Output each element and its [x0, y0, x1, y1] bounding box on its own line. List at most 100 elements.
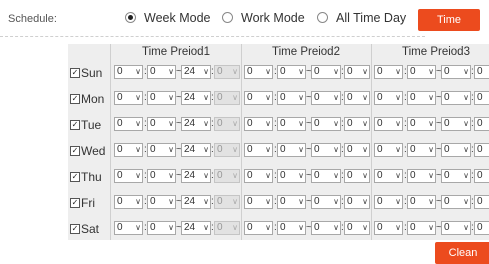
start-minute-select[interactable]: 0 ∨ [147, 91, 176, 105]
end-hour-select[interactable]: 0 ∨ [311, 221, 341, 235]
day-checkbox[interactable]: Wed [70, 144, 105, 158]
end-hour-select[interactable]: 24 ∨ [181, 65, 211, 79]
end-hour-select[interactable]: 0 ∨ [441, 117, 471, 131]
end-minute-select[interactable]: 0∨ [474, 91, 489, 105]
start-hour-select[interactable]: 0 ∨ [244, 91, 273, 105]
end-minute-select[interactable]: 0∨ [344, 221, 370, 235]
start-minute-select[interactable]: 0 ∨ [147, 117, 176, 131]
chevron-down-icon: ∨ [265, 119, 271, 128]
checkbox-icon[interactable] [70, 172, 80, 182]
start-hour-select[interactable]: 0 ∨ [114, 221, 143, 235]
start-hour-select[interactable]: 0 ∨ [244, 221, 273, 235]
end-hour-select[interactable]: 0 ∨ [441, 195, 471, 209]
start-minute-select[interactable]: 0 ∨ [407, 221, 436, 235]
checkbox-icon[interactable] [70, 120, 80, 130]
start-hour-select[interactable]: 0 ∨ [374, 221, 403, 235]
end-minute-select[interactable]: 0∨ [474, 143, 489, 157]
end-minute-select[interactable]: 0∨ [474, 169, 489, 183]
checkbox-icon[interactable] [70, 198, 80, 208]
chevron-down-icon: ∨ [232, 197, 238, 206]
start-minute-select[interactable]: 0 ∨ [277, 195, 306, 209]
end-hour-select[interactable]: 0 ∨ [441, 169, 471, 183]
start-minute-select[interactable]: 0 ∨ [277, 91, 306, 105]
checkbox-icon[interactable] [70, 146, 80, 156]
start-hour-select[interactable]: 0 ∨ [114, 91, 143, 105]
start-hour-select[interactable]: 0 ∨ [114, 195, 143, 209]
end-minute-select[interactable]: 0∨ [474, 195, 489, 209]
end-hour-select[interactable]: 0 ∨ [311, 91, 341, 105]
end-hour-select[interactable]: 24 ∨ [181, 221, 211, 235]
chevron-down-icon: ∨ [362, 67, 368, 76]
work-mode-radio[interactable]: Work Mode [222, 11, 305, 25]
start-minute-select[interactable]: 0 ∨ [147, 65, 176, 79]
chevron-down-icon: ∨ [463, 119, 469, 128]
start-minute-select[interactable]: 0 ∨ [407, 65, 436, 79]
end-minute-select[interactable]: 0∨ [344, 91, 370, 105]
end-hour-select[interactable]: 0 ∨ [311, 65, 341, 79]
start-minute-select[interactable]: 0 ∨ [277, 65, 306, 79]
start-minute-select[interactable]: 0 ∨ [277, 117, 306, 131]
day-checkbox[interactable]: Thu [70, 170, 102, 184]
start-minute-select[interactable]: 0 ∨ [277, 221, 306, 235]
start-hour-select[interactable]: 0 ∨ [244, 169, 273, 183]
start-minute-select[interactable]: 0 ∨ [407, 117, 436, 131]
end-hour-select[interactable]: 0 ∨ [311, 143, 341, 157]
day-label: Sat [81, 222, 100, 236]
time-button[interactable]: Time [418, 9, 480, 31]
day-checkbox[interactable]: Sat [70, 222, 99, 236]
start-hour-select[interactable]: 0 ∨ [244, 65, 273, 79]
checkbox-icon[interactable] [70, 224, 80, 234]
week-mode-radio[interactable]: Week Mode [125, 11, 210, 25]
day-checkbox[interactable]: Mon [70, 92, 104, 106]
end-minute-select[interactable]: 0∨ [474, 117, 489, 131]
end-hour-select[interactable]: 0 ∨ [311, 169, 341, 183]
start-hour-select[interactable]: 0 ∨ [374, 169, 403, 183]
end-hour-select[interactable]: 24 ∨ [181, 169, 211, 183]
start-minute-select[interactable]: 0 ∨ [147, 143, 176, 157]
day-checkbox[interactable]: Sun [70, 66, 102, 80]
end-hour-select[interactable]: 0 ∨ [441, 91, 471, 105]
start-hour-select[interactable]: 0 ∨ [244, 143, 273, 157]
start-minute-select[interactable]: 0 ∨ [407, 91, 436, 105]
start-minute-select[interactable]: 0 ∨ [407, 169, 436, 183]
end-hour-select[interactable]: 24 ∨ [181, 143, 211, 157]
start-minute-select[interactable]: 0 ∨ [407, 143, 436, 157]
start-hour-select[interactable]: 0 ∨ [244, 117, 273, 131]
end-hour-select[interactable]: 0 ∨ [311, 117, 341, 131]
end-minute-select[interactable]: 0∨ [344, 65, 370, 79]
end-minute-select[interactable]: 0∨ [344, 195, 370, 209]
start-hour-select[interactable]: 0 ∨ [374, 195, 403, 209]
end-minute-select[interactable]: 0∨ [474, 221, 489, 235]
start-hour-select[interactable]: 0 ∨ [374, 91, 403, 105]
start-hour-select[interactable]: 0 ∨ [244, 195, 273, 209]
end-minute-select[interactable]: 0∨ [344, 169, 370, 183]
start-minute-select[interactable]: 0 ∨ [277, 143, 306, 157]
start-minute-select[interactable]: 0 ∨ [277, 169, 306, 183]
checkbox-icon[interactable] [70, 94, 80, 104]
start-minute-select[interactable]: 0 ∨ [147, 221, 176, 235]
end-hour-select[interactable]: 24 ∨ [181, 195, 211, 209]
end-minute-select[interactable]: 0∨ [474, 65, 489, 79]
start-hour-select[interactable]: 0 ∨ [114, 117, 143, 131]
start-hour-select[interactable]: 0 ∨ [114, 143, 143, 157]
start-hour-select[interactable]: 0 ∨ [114, 65, 143, 79]
start-hour-select[interactable]: 0 ∨ [114, 169, 143, 183]
end-hour-select[interactable]: 24 ∨ [181, 117, 211, 131]
start-minute-select[interactable]: 0 ∨ [407, 195, 436, 209]
start-hour-select[interactable]: 0 ∨ [374, 143, 403, 157]
start-minute-select[interactable]: 0 ∨ [147, 169, 176, 183]
start-minute-select[interactable]: 0 ∨ [147, 195, 176, 209]
end-minute-select[interactable]: 0∨ [344, 117, 370, 131]
end-hour-select[interactable]: 0 ∨ [441, 221, 471, 235]
end-hour-select[interactable]: 0 ∨ [441, 143, 471, 157]
end-hour-select[interactable]: 24 ∨ [181, 91, 211, 105]
end-minute-select[interactable]: 0∨ [344, 143, 370, 157]
end-hour-select[interactable]: 0 ∨ [441, 65, 471, 79]
end-hour-select[interactable]: 0 ∨ [311, 195, 341, 209]
checkbox-icon[interactable] [70, 68, 80, 78]
day-checkbox[interactable]: Tue [70, 118, 101, 132]
day-checkbox[interactable]: Fri [70, 196, 95, 210]
start-hour-select[interactable]: 0 ∨ [374, 65, 403, 79]
all-time-day-radio[interactable]: All Time Day [317, 11, 406, 25]
start-hour-select[interactable]: 0 ∨ [374, 117, 403, 131]
